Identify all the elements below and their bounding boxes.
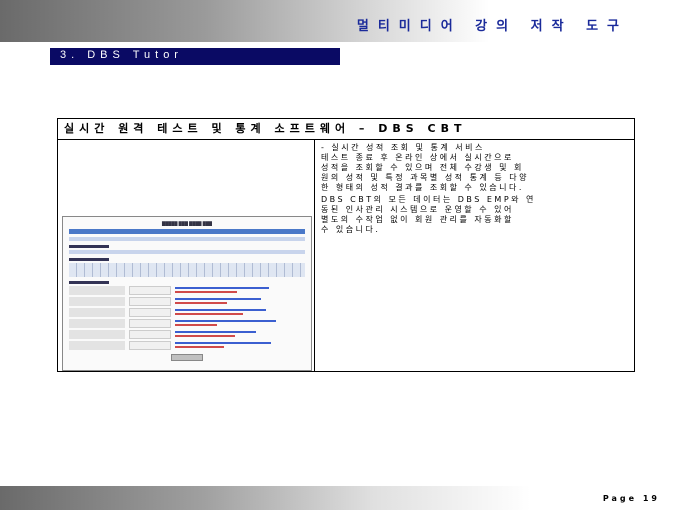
screenshot-bar-red [175, 302, 227, 304]
screenshot-stat-value [129, 286, 171, 295]
screenshot-bar-red [175, 346, 225, 348]
screenshot-bar-blue [175, 298, 261, 300]
screenshot-stat-value [129, 341, 171, 350]
screenshot-section-mark [69, 258, 109, 261]
box-heading: 실시간 원격 테스트 및 통계 소프트웨어 – DBS CBT [58, 119, 634, 140]
section-bar: 3. DBS Tutor [50, 48, 340, 65]
screenshot-stat-name [69, 330, 125, 339]
screenshot-bar-blue [175, 320, 277, 322]
page-number: Page 19 [602, 494, 660, 503]
screenshot-stat-row [69, 319, 305, 328]
screenshot-stat-name [69, 297, 125, 306]
screenshot-stat-bars [175, 319, 305, 328]
screenshot-stat-row [69, 286, 305, 295]
screenshot-stat-value [129, 330, 171, 339]
content-box: 실시간 원격 테스트 및 통계 소프트웨어 – DBS CBT █████ ██… [57, 118, 635, 372]
cbt-screenshot-image: █████ ███ ████ ███ [62, 216, 312, 371]
screenshot-stat-value [129, 308, 171, 317]
screenshot-stat-row [69, 330, 305, 339]
screenshot-stat-bars [175, 297, 305, 306]
screenshot-stat-bars [175, 308, 305, 317]
screenshot-stat-value [129, 319, 171, 328]
screenshot-bar-red [175, 335, 235, 337]
screenshot-bar-red [175, 313, 243, 315]
screenshot-info-row [69, 250, 305, 254]
screenshot-stat-bars [175, 286, 305, 295]
page-title: 멀티미디어 강의 저작 도구 [356, 19, 628, 34]
screenshot-stat-bars [175, 341, 305, 350]
screenshot-stat-name [69, 341, 125, 350]
screenshot-bar-blue [175, 309, 266, 311]
screenshot-stat-name [69, 286, 125, 295]
bottom-gradient-bar [0, 486, 680, 510]
screenshot-info-row [69, 237, 305, 241]
screenshot-stat-value [129, 297, 171, 306]
description-paragraph: DBS CBT의 모든 데이터는 DBS EMP와 연 동된 인사관리 시스템으… [321, 195, 536, 234]
screenshot-bar-blue [175, 287, 269, 289]
screenshot-stat-bars [175, 330, 305, 339]
screenshot-stat-list [63, 286, 311, 350]
description-paragraph: - 실시간 성적 조회 및 통계 서비스 테스트 종료 후 온라인 상에서 실시… [321, 143, 529, 192]
screenshot-stat-name [69, 308, 125, 317]
screenshot-section-mark [69, 245, 109, 248]
screenshot-score-grid [69, 263, 305, 277]
screenshot-header-strip [69, 229, 305, 234]
screenshot-stat-row [69, 308, 305, 317]
screenshot-bar-blue [175, 342, 272, 344]
screenshot-cell: █████ ███ ████ ███ [58, 140, 315, 371]
screenshot-stat-row [69, 297, 305, 306]
screenshot-title-line: █████ ███ ████ ███ [162, 221, 212, 226]
screenshot-button [171, 354, 203, 361]
screenshot-bar-red [175, 324, 217, 326]
screenshot-section-mark [69, 281, 109, 284]
screenshot-bar-blue [175, 331, 256, 333]
description-cell: - 실시간 성적 조회 및 통계 서비스 테스트 종료 후 온라인 상에서 실시… [321, 143, 626, 237]
screenshot-stat-name [69, 319, 125, 328]
screenshot-stat-row [69, 341, 305, 350]
section-label: 3. DBS Tutor [60, 49, 183, 61]
screenshot-bar-red [175, 291, 238, 293]
